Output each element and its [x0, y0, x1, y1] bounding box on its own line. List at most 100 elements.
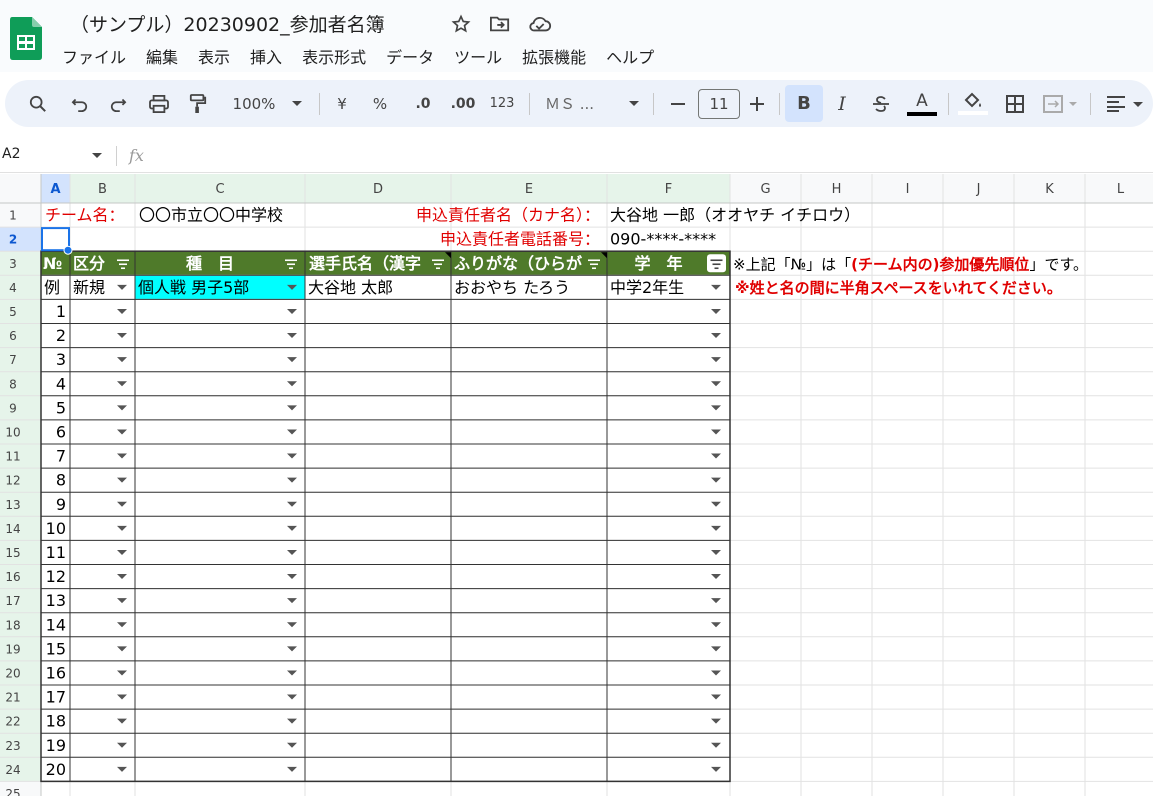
event-dropdown-icon[interactable] — [287, 501, 297, 507]
row-header-7[interactable] — [0, 347, 41, 372]
menu-insert[interactable]: 挿入 — [250, 44, 292, 68]
category-dropdown-icon[interactable] — [117, 284, 127, 290]
zoom-dropdown-icon[interactable] — [290, 80, 304, 127]
event-dropdown-icon[interactable] — [287, 646, 297, 652]
menu-view[interactable]: 表示 — [198, 44, 240, 68]
category-dropdown-icon[interactable] — [117, 381, 127, 387]
grade-dropdown-icon[interactable] — [711, 333, 721, 339]
row-header-4[interactable] — [0, 275, 41, 300]
category-dropdown-icon[interactable] — [117, 357, 127, 363]
text-color-button[interactable]: A — [906, 80, 938, 127]
percent-format-button[interactable]: % — [369, 80, 391, 127]
font-dropdown-icon[interactable] — [627, 80, 641, 127]
grade-dropdown-icon[interactable] — [711, 308, 721, 314]
category-dropdown-icon[interactable] — [117, 405, 127, 411]
event-dropdown-icon[interactable] — [287, 742, 297, 748]
name-box[interactable]: A2 — [2, 146, 20, 162]
grade-dropdown-icon[interactable] — [711, 718, 721, 724]
grade-dropdown-icon[interactable] — [711, 549, 721, 555]
category-dropdown-icon[interactable] — [117, 646, 127, 652]
event-dropdown-icon[interactable] — [287, 381, 297, 387]
menu-edit[interactable]: 編集 — [146, 44, 188, 68]
merge-cells-icon[interactable] — [1041, 80, 1081, 127]
sheets-logo-icon[interactable] — [10, 17, 42, 60]
category-dropdown-icon[interactable] — [117, 477, 127, 483]
grade-dropdown-icon[interactable] — [711, 694, 721, 700]
font-size-input[interactable]: 11 — [698, 88, 740, 119]
decrease-decimal-button[interactable]: .0 — [408, 80, 438, 127]
grade-dropdown-icon[interactable] — [711, 598, 721, 604]
menu-extensions[interactable]: 拡張機能 — [522, 44, 596, 68]
name-box-dropdown-icon[interactable] — [92, 153, 102, 158]
category-dropdown-icon[interactable] — [117, 525, 127, 531]
event-dropdown-icon[interactable] — [287, 453, 297, 459]
paint-format-icon[interactable] — [185, 80, 211, 127]
grade-dropdown-icon[interactable] — [711, 742, 721, 748]
grade-dropdown-icon[interactable] — [711, 501, 721, 507]
event-dropdown-icon[interactable] — [287, 308, 297, 314]
decrease-font-size-button[interactable] — [668, 80, 688, 127]
row-header-8[interactable] — [0, 371, 41, 396]
grade-dropdown-icon[interactable] — [711, 357, 721, 363]
grade-dropdown-icon[interactable] — [711, 670, 721, 676]
category-dropdown-icon[interactable] — [117, 766, 127, 772]
event-dropdown-icon[interactable] — [287, 429, 297, 435]
event-dropdown-icon[interactable] — [287, 477, 297, 483]
font-family-select[interactable]: ＭＳ ... — [545, 80, 615, 127]
event-dropdown-icon[interactable] — [287, 549, 297, 555]
star-icon[interactable] — [449, 12, 473, 36]
row-header-9[interactable] — [0, 395, 41, 420]
category-dropdown-icon[interactable] — [117, 501, 127, 507]
category-dropdown-icon[interactable] — [117, 598, 127, 604]
category-dropdown-icon[interactable] — [117, 574, 127, 580]
row-header-1[interactable] — [0, 203, 41, 228]
event-dropdown-icon[interactable] — [287, 670, 297, 676]
menu-file[interactable]: ファイル — [62, 44, 136, 68]
event-dropdown-icon[interactable] — [287, 525, 297, 531]
event-dropdown-icon[interactable] — [287, 718, 297, 724]
category-dropdown-icon[interactable] — [117, 453, 127, 459]
category-dropdown-icon[interactable] — [117, 333, 127, 339]
currency-format-button[interactable]: ¥ — [331, 80, 353, 127]
grade-dropdown-icon[interactable] — [711, 646, 721, 652]
corner-cell[interactable] — [0, 174, 41, 203]
category-dropdown-icon[interactable] — [117, 429, 127, 435]
event-dropdown-icon[interactable] — [287, 405, 297, 411]
category-dropdown-icon[interactable] — [117, 718, 127, 724]
increase-font-size-button[interactable] — [747, 80, 767, 127]
category-dropdown-icon[interactable] — [117, 694, 127, 700]
horizontal-align-icon[interactable] — [1103, 80, 1147, 127]
row-header-3[interactable] — [0, 251, 41, 276]
search-menus-icon[interactable] — [25, 80, 51, 127]
cloud-saved-icon[interactable] — [528, 12, 552, 36]
event-dropdown-icon[interactable] — [287, 622, 297, 628]
row-header-5[interactable] — [0, 299, 41, 324]
increase-decimal-button[interactable]: .00 — [446, 80, 480, 127]
event-dropdown-icon[interactable] — [287, 598, 297, 604]
grade-dropdown-icon[interactable] — [711, 284, 721, 290]
grade-filter-button[interactable] — [707, 254, 726, 273]
document-title[interactable]: （サンプル）20230902_参加者名簿 — [70, 10, 385, 37]
sheet-grid[interactable]: A B C D E F G H I J K L 1 2 3 4 5 6 7 8 9 10 11 12 13 14 15 16 17 18 1… — [0, 174, 1153, 796]
grade-dropdown-icon[interactable] — [711, 622, 721, 628]
event-dropdown-icon[interactable] — [287, 574, 297, 580]
strikethrough-icon[interactable] — [869, 80, 893, 127]
menu-tools[interactable]: ツール — [454, 44, 512, 68]
bold-button[interactable]: B — [785, 85, 823, 122]
event-dropdown-icon[interactable] — [287, 766, 297, 772]
selected-cell-a2[interactable] — [41, 227, 70, 252]
grade-dropdown-icon[interactable] — [711, 574, 721, 580]
grade-dropdown-icon[interactable] — [711, 381, 721, 387]
category-dropdown-icon[interactable] — [117, 308, 127, 314]
grade-dropdown-icon[interactable] — [711, 405, 721, 411]
category-dropdown-icon[interactable] — [117, 622, 127, 628]
undo-icon[interactable] — [67, 80, 93, 127]
italic-button[interactable]: I — [831, 80, 853, 127]
event-dropdown-icon[interactable] — [287, 333, 297, 339]
zoom-select[interactable]: 100% — [227, 80, 281, 127]
event-dropdown-icon[interactable] — [287, 357, 297, 363]
category-dropdown-icon[interactable] — [117, 742, 127, 748]
menu-help[interactable]: ヘルプ — [606, 44, 664, 68]
event-dropdown-icon[interactable] — [287, 694, 297, 700]
row-header-2[interactable] — [0, 227, 41, 252]
